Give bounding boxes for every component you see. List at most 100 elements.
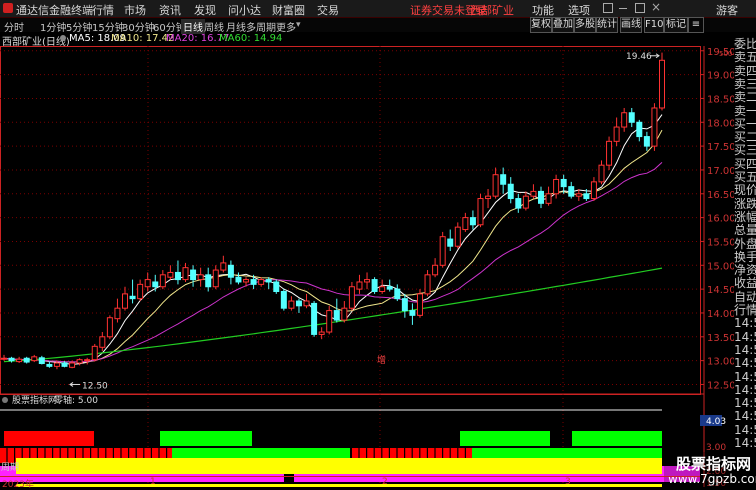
duogu-button[interactable]: 多股 — [574, 17, 596, 33]
candle-body-up — [606, 140, 613, 166]
period-monthly[interactable]: 月线 — [226, 19, 246, 34]
side-panel-item[interactable]: 14:56 — [734, 436, 756, 450]
menu-caifuquan[interactable]: 财富圈 — [272, 2, 305, 18]
candle-body-up — [212, 269, 219, 288]
period-multi[interactable]: 多周期 — [246, 19, 276, 34]
side-panel-item[interactable]: 涨幅 — [734, 210, 756, 224]
side-panel-item[interactable]: 14:56 — [734, 409, 756, 423]
period-more[interactable]: 更多 — [276, 19, 296, 34]
menu-gongneng[interactable]: 功能 — [532, 2, 554, 18]
biaoji-button[interactable]: 标记 — [664, 17, 688, 33]
stock-link[interactable]: 西部矿业 — [470, 2, 514, 18]
side-panel-item[interactable]: 现价 — [734, 183, 756, 197]
price-tick-label: 19.00 — [707, 71, 734, 82]
menu-icon[interactable]: ≡ — [688, 17, 704, 33]
side-panel-item[interactable]: 14:56 — [734, 370, 756, 384]
menu-jiaoyi[interactable]: 交易 — [317, 2, 339, 18]
candle-body-up — [258, 279, 265, 285]
side-panel-item[interactable]: 委比 — [734, 37, 756, 51]
candle-body-up — [288, 300, 295, 309]
menu-faxian[interactable]: 发现 — [194, 2, 216, 18]
user-guest[interactable]: 游客 — [716, 2, 738, 18]
layout-icon[interactable] — [603, 3, 613, 13]
price-axis-unit: 500 — [719, 50, 732, 58]
side-panel-item[interactable]: 14:56 — [734, 383, 756, 397]
period-5min[interactable]: 5分钟 — [66, 19, 92, 34]
kline-chart[interactable]: 19.5019.0018.5018.0017.5017.0016.5016.00… — [0, 46, 734, 487]
side-panel-item[interactable]: 14:56 — [734, 423, 756, 437]
side-panel-item[interactable]: 买一 — [734, 117, 756, 131]
side-panel-item[interactable]: 14:56 — [734, 356, 756, 370]
annotations: 19.46 12.50 增 — [69, 52, 660, 391]
side-panel-item[interactable]: 外盘 — [734, 237, 756, 251]
candle-body-down — [643, 136, 650, 147]
side-panel-item[interactable]: 卖五 — [734, 50, 756, 64]
f10-button[interactable]: F10 — [644, 17, 664, 33]
menu-hangqing[interactable]: 行情 — [92, 2, 114, 18]
side-panel-item[interactable]: 卖一 — [734, 104, 756, 118]
candle-body-up — [167, 271, 174, 278]
side-panel-item[interactable]: 买四 — [734, 157, 756, 171]
app-title: 通达信金融终端 — [16, 4, 93, 17]
huaxian-button[interactable]: 画线 — [620, 17, 642, 33]
candle-body-down — [235, 276, 242, 283]
maximize-icon[interactable] — [635, 3, 645, 13]
side-panel-item[interactable]: 14:56 — [734, 343, 756, 357]
side-panel-item[interactable]: 买二 — [734, 130, 756, 144]
signal-block — [160, 431, 252, 446]
period-30min[interactable]: 30分钟 — [122, 19, 155, 34]
signal-block — [460, 431, 550, 446]
menu-zixun[interactable]: 资讯 — [159, 2, 181, 18]
ma60-value: MA60: 14.94 — [219, 33, 283, 44]
side-panel-item[interactable]: 净资 — [734, 263, 756, 277]
menu-wenxiaoda[interactable]: 问小达 — [228, 2, 261, 18]
period-fenshi[interactable]: 分时 — [4, 19, 24, 34]
side-panel-item[interactable]: 行情 — [734, 303, 756, 317]
diejia-button[interactable]: 叠加 — [552, 17, 574, 33]
side-panel-item[interactable]: 买五 — [734, 170, 756, 184]
candle-body-up — [651, 107, 658, 147]
chevron-down-icon[interactable]: ▾ — [296, 20, 301, 30]
period-15min[interactable]: 15分钟 — [92, 19, 125, 34]
menu-shichang[interactable]: 市场 — [124, 2, 146, 18]
side-panel-item[interactable]: 卖二 — [734, 90, 756, 104]
candle-body-up — [462, 217, 469, 231]
period-daily[interactable]: 日线 — [181, 19, 205, 34]
candle-body-up — [99, 336, 106, 348]
side-panel-item[interactable]: 卖三 — [734, 77, 756, 91]
period-1min[interactable]: 1分钟 — [40, 19, 66, 34]
candle-body-up — [53, 362, 60, 367]
signal-block — [572, 431, 662, 446]
side-panel-item[interactable]: 14:56 — [734, 396, 756, 410]
ma10-value: MA10: 17.42 — [111, 33, 175, 44]
side-panel-item[interactable]: 换手 — [734, 250, 756, 264]
candle-body-up — [84, 359, 91, 362]
side-panel-item[interactable]: 卖四 — [734, 64, 756, 78]
period-label: 周期 — [1, 463, 20, 473]
fuquan-button[interactable]: 复权 — [530, 17, 552, 33]
period-weekly[interactable]: 周线 — [204, 19, 224, 34]
candle-body-down — [190, 269, 197, 281]
candle-body-down — [152, 281, 159, 288]
candle-body-down — [401, 298, 408, 312]
minimize-icon[interactable] — [619, 8, 627, 9]
price-tick-label: 15.50 — [707, 237, 734, 248]
info-dot-icon[interactable] — [60, 35, 66, 41]
candle-body-up — [416, 293, 423, 316]
quote-side-panel: 委比 卖五 卖四 卖三 卖二 卖一 买一 买二 买三 买四 买五 现价 涨跌 涨幅 总量 外盘 换手 净资 收益 自动… — [734, 33, 756, 450]
date-axis: 2023年 1 2 3 — [0, 476, 700, 490]
side-panel-item[interactable]: 总量 — [734, 223, 756, 237]
side-panel-item[interactable]: 14:56 — [734, 316, 756, 330]
candle-body-down — [8, 357, 15, 362]
watermark-name: 股票指标网 — [676, 455, 752, 473]
candle-body-up — [454, 226, 461, 247]
tongji-button[interactable]: 统计 — [596, 17, 618, 33]
menu-xuanxiang[interactable]: 选项 — [568, 2, 590, 18]
side-panel-item[interactable]: 14:56 — [734, 330, 756, 344]
title-bar: 通达信金融终端 行情 市场 资讯 发现 问小达 财富圈 交易 证券交易未登录 西… — [0, 0, 756, 18]
side-panel-item[interactable]: 收益 — [734, 276, 756, 290]
side-panel-item[interactable]: 涨跌 — [734, 197, 756, 211]
close-icon[interactable]: × — [651, 0, 661, 14]
side-panel-item[interactable]: 自动 — [734, 290, 756, 304]
side-panel-item[interactable]: 买三 — [734, 143, 756, 157]
